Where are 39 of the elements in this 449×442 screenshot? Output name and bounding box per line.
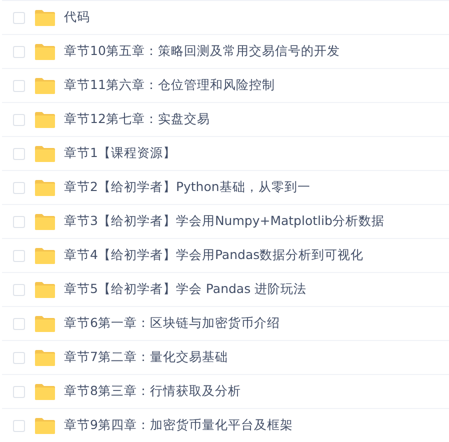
folder-name[interactable]: 章节7第二章：量化交易基础 [64,349,228,366]
folder-icon [35,384,55,400]
folder-icon [35,146,55,162]
checkbox[interactable] [13,114,25,126]
folder-icon [35,418,55,434]
folder-icon [35,44,55,60]
checkbox[interactable] [13,46,25,58]
folder-name[interactable]: 章节5【给初学者】学会 Pandas 进阶玩法 [64,281,307,298]
folder-icon [35,78,55,94]
folder-name[interactable]: 章节3【给初学者】学会用Numpy+Matplotlib分析数据 [64,213,384,230]
folder-icon [35,350,55,366]
checkbox[interactable] [13,148,25,160]
folder-icon [35,112,55,128]
checkbox[interactable] [13,352,25,364]
folder-name[interactable]: 章节8第三章：行情获取及分析 [64,383,241,400]
folder-name[interactable]: 代码 [64,9,90,26]
checkbox[interactable] [13,12,25,24]
folder-name[interactable]: 章节4【给初学者】学会用Pandas数据分析到可视化 [64,247,364,264]
checkbox[interactable] [13,284,25,296]
folder-name[interactable]: 章节2【给初学者】Python基础，从零到一 [64,179,310,196]
folder-icon [35,316,55,332]
checkbox[interactable] [13,216,25,228]
checkbox[interactable] [13,182,25,194]
folder-name[interactable]: 章节10第五章：策略回测及常用交易信号的开发 [64,43,340,60]
folder-name[interactable]: 章节11第六章：仓位管理和风险控制 [64,77,275,94]
checkbox[interactable] [13,80,25,92]
checkbox[interactable] [13,318,25,330]
folder-icon [35,10,55,26]
folder-name[interactable]: 章节9第四章：加密货币量化平台及框架 [64,417,293,434]
folder-icon [35,180,55,196]
folder-icon [35,248,55,264]
checkbox[interactable] [13,420,25,432]
folder-icon [35,282,55,298]
folder-icon [35,214,55,230]
folder-name[interactable]: 章节6第一章：区块链与加密货币介绍 [64,315,280,332]
folder-name[interactable]: 章节12第七章：实盘交易 [64,111,210,128]
checkbox[interactable] [13,386,25,398]
folder-name[interactable]: 章节1【课程资源】 [64,145,176,162]
checkbox[interactable] [13,250,25,262]
